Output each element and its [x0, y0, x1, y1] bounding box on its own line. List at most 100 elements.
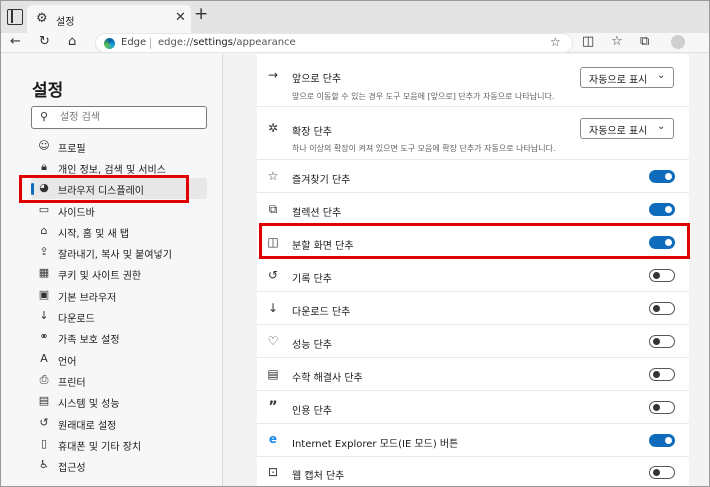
system-icon: ▤: [38, 394, 50, 407]
sidebar-item-profile[interactable]: ☺ 프로필: [31, 136, 207, 157]
ie-mode-button-toggle[interactable]: [649, 434, 675, 447]
sidebar-item-printers[interactable]: ⎙ 프린터: [31, 370, 207, 391]
citation-icon: ”: [268, 399, 278, 415]
split-screen-icon[interactable]: ◫: [582, 33, 594, 51]
address-site-label: Edge: [121, 37, 147, 48]
share-icon: ⇪: [39, 245, 49, 258]
address-divider: [150, 38, 151, 49]
chevron-down-icon: ⌄: [657, 121, 666, 132]
collections-icon: ⧉: [268, 202, 278, 216]
setting-downloads-button: ↓ 다운로드 단추: [257, 292, 689, 325]
setting-web-capture-button: ⊡ 웹 캡처 단추: [257, 457, 689, 486]
address-bar[interactable]: Edge edge://settings/appearance ☆: [95, 33, 573, 53]
forward-arrow-icon: →: [267, 68, 279, 82]
setting-history-button: ↺ 기록 단추: [257, 259, 689, 292]
sidebar-item-share-copy[interactable]: ⇪ 잘라내기, 복사 및 붙여넣기: [31, 242, 207, 263]
performance-button-toggle[interactable]: [649, 335, 675, 348]
collections-button-toggle[interactable]: [649, 203, 675, 216]
home-icon: ⌂: [40, 224, 48, 237]
new-tab-button[interactable]: +: [194, 4, 208, 24]
search-input[interactable]: [60, 110, 200, 125]
favorites-button-toggle[interactable]: [649, 170, 675, 183]
math-solver-button-toggle[interactable]: [649, 368, 675, 381]
sidebar-item-family[interactable]: ⚭ 가족 보호 설정: [31, 327, 207, 348]
setting-extensions-button: ✲ 확장 단추 하나 이상의 확장이 켜져 있으면 도구 모음에 확장 단추가 …: [257, 107, 689, 160]
sidebar-item-accessibility[interactable]: ♿︎ 접근성: [31, 455, 207, 476]
settings-main: → 앞으로 단추 앞으로 이동할 수 있는 경우 도구 모음에 [앞으로] 단추…: [224, 54, 709, 486]
sidebar-item-privacy[interactable]: 🔒︎ 개인 정보, 검색 및 서비스: [31, 157, 207, 178]
favorites-icon: ☆: [267, 169, 279, 183]
reset-icon: ↺: [39, 416, 49, 429]
settings-search[interactable]: ⚲: [31, 106, 207, 129]
lock-icon: 🔒︎: [41, 160, 47, 173]
tab-actions-icon[interactable]: [7, 9, 23, 25]
sidebar-item-appearance[interactable]: ◕ 브라우저 디스플레이: [31, 178, 207, 199]
sidebar-item-languages[interactable]: A 언어: [31, 349, 207, 370]
add-favorite-icon[interactable]: ☆: [550, 35, 561, 49]
sidebar-item-reset[interactable]: ↺ 원래대로 설정: [31, 413, 207, 434]
accessibility-icon: ♿︎: [39, 458, 49, 471]
sidebar-item-system[interactable]: ▤ 시스템 및 성능: [31, 391, 207, 412]
sidebar-item-cookies[interactable]: ▦ 쿠키 및 사이트 권한: [31, 263, 207, 284]
download-icon: ↓: [39, 309, 49, 322]
citation-button-toggle[interactable]: [649, 401, 675, 414]
setting-label: 확장 단추: [292, 127, 332, 138]
setting-description: 앞으로 이동할 수 있는 경우 도구 모음에 [앞으로] 단추가 자동으로 나타…: [292, 92, 555, 101]
printer-icon: ⎙: [39, 373, 49, 386]
sidebar-item-phone[interactable]: ▯ 휴대폰 및 기타 장치: [31, 434, 207, 455]
split-screen-icon: ◫: [267, 235, 279, 249]
extensions-icon: ✲: [267, 121, 279, 135]
sidebar-title: 설정: [32, 81, 64, 101]
sidebar-item-default-browser[interactable]: ▣ 기본 브라우저: [31, 285, 207, 306]
browser-icon: ▣: [38, 288, 50, 301]
chevron-down-icon: ⌄: [657, 70, 666, 81]
close-icon[interactable]: ✕: [175, 10, 186, 25]
web-capture-button-toggle[interactable]: [649, 466, 675, 479]
math-solver-icon: ▤: [267, 367, 279, 381]
settings-sidebar: 설정 ⚲ ☺프로필 🔒︎개인 정보, 검색 및 서비스 ◕브라우저 디스플레이 …: [1, 54, 223, 486]
appearance-icon: ◕: [39, 181, 49, 194]
sidebar-item-sidebar[interactable]: ▭ 사이드바: [31, 200, 207, 221]
favorites-icon[interactable]: ☆: [611, 33, 623, 51]
downloads-button-toggle[interactable]: [649, 302, 675, 315]
back-icon[interactable]: ←: [10, 33, 21, 51]
extensions-button-select[interactable]: 자동으로 표시 ⌄: [580, 118, 674, 139]
collections-icon[interactable]: ⧉: [640, 33, 649, 51]
sidebar-item-start-home[interactable]: ⌂ 시작, 홈 및 새 탭: [31, 221, 207, 242]
browser-window: ⚙ 설정 ✕ + ← ↻ ⌂ Edge edge://settings/appe…: [0, 0, 710, 487]
ie-mode-icon: e: [268, 432, 278, 446]
setting-description: 하나 이상의 확장이 켜져 있으면 도구 모음에 확장 단추가 자동으로 나타납…: [292, 144, 556, 153]
settings-page: 설정 ⚲ ☺프로필 🔒︎개인 정보, 검색 및 서비스 ◕브라우저 디스플레이 …: [1, 54, 709, 486]
sidebar-item-downloads[interactable]: ↓ 다운로드: [31, 306, 207, 327]
language-icon: A: [40, 352, 48, 365]
setting-favorites-button: ☆ 즐겨찾기 단추: [257, 160, 689, 193]
setting-split-screen-button: ◫ 분할 화면 단추: [257, 226, 689, 259]
setting-collections-button: ⧉ 컬렉션 단추: [257, 193, 689, 226]
tab-settings[interactable]: ⚙ 설정 ✕: [27, 5, 191, 33]
tab-title: 설정: [56, 17, 75, 28]
forward-button-select[interactable]: 자동으로 표시 ⌄: [580, 67, 674, 88]
sidebar-icon: ▭: [38, 203, 50, 216]
home-icon[interactable]: ⌂: [68, 33, 76, 51]
profile-icon[interactable]: [671, 35, 685, 49]
family-icon: ⚭: [39, 330, 49, 343]
setting-citation-button: ” 인용 단추: [257, 391, 689, 424]
tab-strip: ⚙ 설정 ✕ +: [1, 1, 709, 33]
search-icon: ⚲: [40, 110, 49, 123]
split-screen-button-toggle[interactable]: [649, 236, 675, 249]
setting-label: 앞으로 단추: [292, 74, 342, 85]
cookie-icon: ▦: [38, 266, 50, 279]
history-button-toggle[interactable]: [649, 269, 675, 282]
download-icon: ↓: [267, 301, 279, 315]
setting-math-solver-button: ▤ 수학 해결사 단추: [257, 358, 689, 391]
profile-icon: ☺: [38, 139, 50, 152]
performance-icon: ♡: [267, 334, 279, 348]
settings-gear-icon: ⚙: [36, 11, 48, 26]
refresh-icon[interactable]: ↻: [39, 33, 50, 51]
address-url[interactable]: edge://settings/appearance: [158, 37, 296, 48]
edge-logo-icon: [104, 38, 115, 49]
history-icon: ↺: [267, 268, 279, 282]
toolbar-buttons-card: → 앞으로 단추 앞으로 이동할 수 있는 경우 도구 모음에 [앞으로] 단추…: [257, 54, 689, 486]
navigation-bar: ← ↻ ⌂ Edge edge://settings/appearance ☆ …: [1, 33, 709, 53]
setting-forward-button: → 앞으로 단추 앞으로 이동할 수 있는 경우 도구 모음에 [앞으로] 단추…: [257, 54, 689, 107]
